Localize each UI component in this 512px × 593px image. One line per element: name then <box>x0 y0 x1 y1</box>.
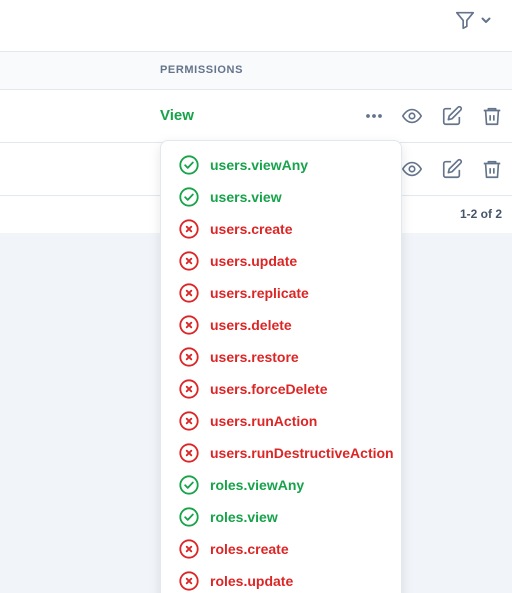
permission-item: users.delete <box>161 309 401 341</box>
table-toolbar <box>0 0 512 52</box>
permissions-view-link[interactable]: View <box>160 107 194 124</box>
pagination-count: 1-2 of 2 <box>459 207 502 221</box>
permission-item: roles.create <box>161 533 401 565</box>
x-circle-icon <box>178 538 200 560</box>
view-icon[interactable] <box>400 104 424 128</box>
x-circle-icon <box>178 314 200 336</box>
permission-label: roles.view <box>210 509 278 525</box>
permission-label: users.view <box>210 189 282 205</box>
permission-item: roles.update <box>161 565 401 593</box>
table-header: PERMISSIONS <box>0 52 512 90</box>
edit-icon[interactable] <box>440 157 464 181</box>
check-circle-icon <box>178 186 200 208</box>
permission-label: users.forceDelete <box>210 381 328 397</box>
permission-item: users.restore <box>161 341 401 373</box>
x-circle-icon <box>178 250 200 272</box>
row-actions <box>362 104 512 128</box>
permission-item: users.update <box>161 245 401 277</box>
permission-item: users.runDestructiveAction <box>161 437 401 469</box>
permission-label: roles.create <box>210 541 289 557</box>
permission-label: users.viewAny <box>210 157 309 173</box>
x-circle-icon <box>178 282 200 304</box>
check-circle-icon <box>178 154 200 176</box>
edit-icon[interactable] <box>440 104 464 128</box>
view-icon[interactable] <box>400 157 424 181</box>
column-header-permissions[interactable]: PERMISSIONS <box>160 64 243 76</box>
permission-item: users.forceDelete <box>161 373 401 405</box>
permission-item: users.viewAny <box>161 149 401 181</box>
x-circle-icon <box>178 442 200 464</box>
permission-label: roles.update <box>210 573 294 589</box>
more-actions-icon[interactable] <box>362 104 386 128</box>
check-circle-icon <box>178 474 200 496</box>
check-circle-icon <box>178 506 200 528</box>
delete-icon[interactable] <box>480 104 504 128</box>
permission-item: roles.view <box>161 501 401 533</box>
permission-label: users.create <box>210 221 293 237</box>
permission-item: roles.viewAny <box>161 469 401 501</box>
x-circle-icon <box>178 570 200 592</box>
x-circle-icon <box>178 218 200 240</box>
permission-label: users.restore <box>210 349 299 365</box>
permission-label: users.replicate <box>210 285 309 301</box>
table-row: View <box>0 90 512 143</box>
permission-label: roles.viewAny <box>210 477 305 493</box>
permission-label: users.delete <box>210 317 292 333</box>
permission-item: users.view <box>161 181 401 213</box>
permission-label: users.update <box>210 253 298 269</box>
x-circle-icon <box>178 378 200 400</box>
x-circle-icon <box>178 410 200 432</box>
permission-item: users.runAction <box>161 405 401 437</box>
filter-dropdown-button[interactable] <box>454 10 498 34</box>
permission-item: users.replicate <box>161 277 401 309</box>
delete-icon[interactable] <box>480 157 504 181</box>
permissions-dropdown: users.viewAny users.view users.create users… <box>160 140 402 593</box>
filter-icon <box>454 9 476 36</box>
permission-label: users.runDestructiveAction <box>210 445 394 461</box>
chevron-down-icon <box>480 13 492 31</box>
permission-item: users.create <box>161 213 401 245</box>
permission-label: users.runAction <box>210 413 318 429</box>
x-circle-icon <box>178 346 200 368</box>
